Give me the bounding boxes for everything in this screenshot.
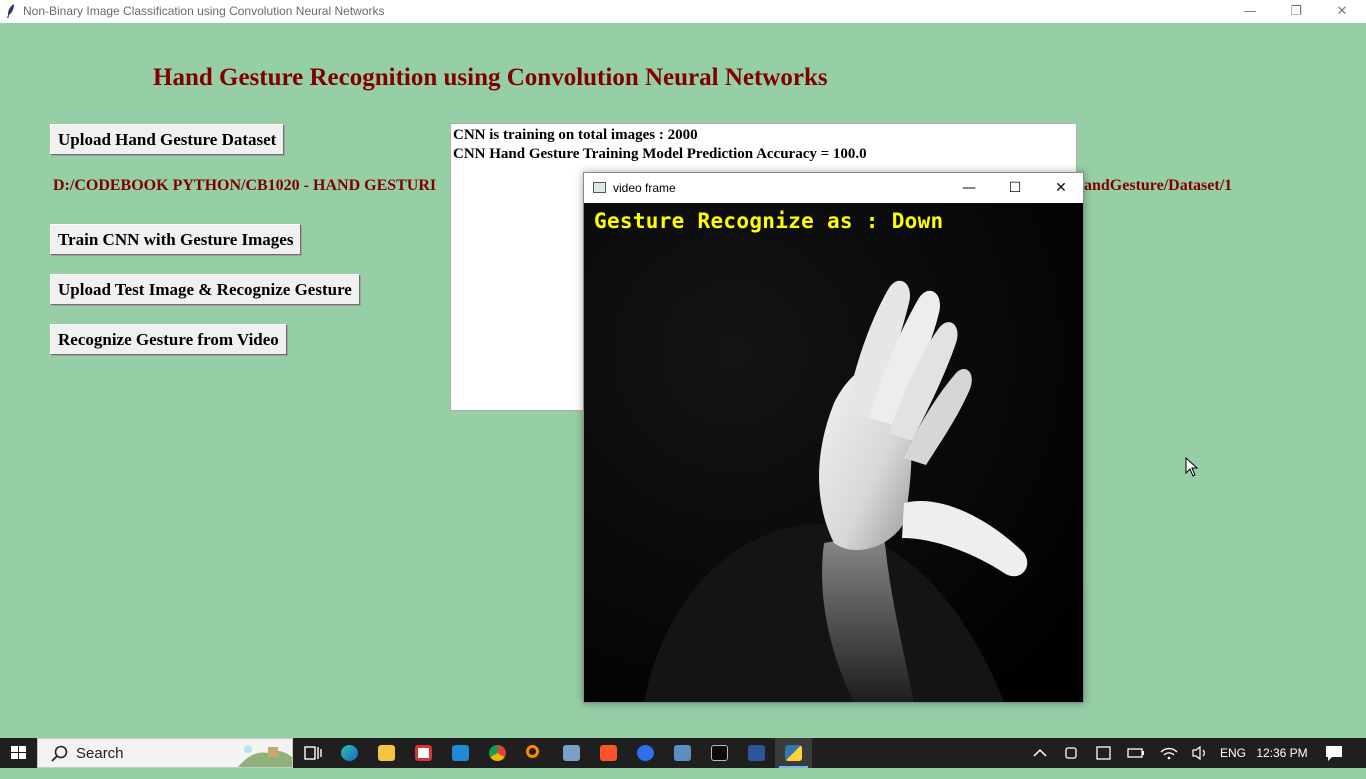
word-icon xyxy=(748,745,765,761)
restore-button[interactable]: ❐ xyxy=(1273,0,1319,23)
task-view-button[interactable] xyxy=(294,738,331,768)
upload-test-image-button[interactable]: Upload Test Image & Recognize Gesture xyxy=(50,274,360,305)
window-app-icon xyxy=(593,182,606,193)
python-icon xyxy=(785,745,802,761)
taskbar-edge[interactable] xyxy=(331,738,368,768)
search-icon xyxy=(51,745,68,762)
task-view-icon xyxy=(304,746,322,760)
monitor-icon xyxy=(674,745,691,761)
minimize-icon: — xyxy=(962,180,976,196)
maximize-icon: ☐ xyxy=(1008,180,1022,196)
video-frame: Gesture Recognize as : Down xyxy=(584,203,1083,702)
taskbar-app-red[interactable] xyxy=(405,738,442,768)
search-placeholder: Search xyxy=(76,745,124,762)
taskbar-chrome[interactable] xyxy=(479,738,516,768)
taskbar-word[interactable] xyxy=(738,738,775,768)
brave-icon xyxy=(600,745,617,761)
taskbar: Search ENG 12:36 PM xyxy=(0,738,1366,768)
tray-clock[interactable]: 12:36 PM xyxy=(1252,738,1312,768)
video-minimize-button[interactable]: — xyxy=(946,173,992,203)
close-button[interactable]: ✕ xyxy=(1319,0,1365,23)
dataset-path-label: D:/CODEBOOK PYTHON/CB1020 - HAND GESTURI xyxy=(53,177,437,194)
taskbar-search-app[interactable] xyxy=(516,738,553,768)
restore-icon: ❐ xyxy=(1290,4,1302,19)
wifi-icon xyxy=(1160,747,1178,760)
volume-icon xyxy=(1192,745,1205,761)
photos-icon xyxy=(563,745,580,761)
recognize-video-button[interactable]: Recognize Gesture from Video xyxy=(50,324,287,355)
mouse-pointer-icon xyxy=(1185,457,1199,477)
tray-meet[interactable] xyxy=(1060,738,1084,768)
magnifier-icon xyxy=(526,745,539,758)
taskbar-file-explorer[interactable] xyxy=(368,738,405,768)
taskbar-monitor[interactable] xyxy=(664,738,701,768)
output-line: CNN is training on total images : 2000 xyxy=(453,127,698,143)
video-frame-window[interactable]: video frame — ☐ ✕ Gesture Recognize as:… xyxy=(583,172,1084,703)
train-cnn-button[interactable]: Train CNN with Gesture Images xyxy=(50,224,302,255)
taskbar-terminal[interactable] xyxy=(701,738,738,768)
taskbar-vscode[interactable] xyxy=(442,738,479,768)
tray-volume[interactable] xyxy=(1188,738,1212,768)
page-title: Hand Gesture Recognition using Convoluti… xyxy=(153,64,828,91)
feather-icon xyxy=(7,4,14,18)
close-icon: ✕ xyxy=(1336,4,1348,19)
upload-dataset-button[interactable]: Upload Hand Gesture Dataset xyxy=(50,124,285,155)
terminal-icon xyxy=(711,745,728,761)
edge-icon xyxy=(341,745,358,761)
minimize-button[interactable]: — xyxy=(1227,0,1273,23)
window-title: Non-Binary Image Classification using Co… xyxy=(23,4,385,18)
taskbar-photos[interactable] xyxy=(553,738,590,768)
folder-icon xyxy=(378,745,395,761)
app-blue-icon xyxy=(637,745,654,761)
video-maximize-button[interactable]: ☐ xyxy=(992,173,1038,203)
tray-battery[interactable] xyxy=(1124,738,1148,768)
main-title-bar: Non-Binary Image Classification using Co… xyxy=(0,0,1366,23)
output-line: CNN Hand Gesture Training Model Predicti… xyxy=(453,146,867,162)
camera-icon xyxy=(1065,747,1077,759)
video-window-title: video frame xyxy=(613,181,676,195)
action-center-button[interactable] xyxy=(1320,738,1348,768)
tray-security[interactable] xyxy=(1092,738,1116,768)
hand-image xyxy=(584,203,1083,702)
search-highlight-image xyxy=(238,745,292,767)
taskbar-app-blue[interactable] xyxy=(627,738,664,768)
tray-language[interactable]: ENG xyxy=(1218,738,1248,768)
windows-icon xyxy=(11,746,26,759)
tray-wifi[interactable] xyxy=(1157,738,1181,768)
taskbar-search-box[interactable]: Search xyxy=(37,738,293,768)
chevron-up-icon xyxy=(1033,748,1047,757)
video-window-title-bar[interactable]: video frame — ☐ ✕ xyxy=(584,173,1083,203)
close-icon: ✕ xyxy=(1055,180,1067,196)
gesture-overlay-text: Gesture Recognize as : Down xyxy=(594,209,944,233)
start-button[interactable] xyxy=(0,738,37,768)
vscode-icon xyxy=(452,745,469,761)
battery-icon xyxy=(1127,748,1144,758)
app-red-icon xyxy=(415,745,432,761)
taskbar-python[interactable] xyxy=(775,738,812,768)
chrome-icon xyxy=(489,745,506,761)
notification-icon xyxy=(1326,746,1342,761)
tray-overflow-button[interactable] xyxy=(1030,738,1050,768)
security-icon xyxy=(1096,746,1111,760)
minimize-icon: — xyxy=(1243,4,1257,19)
dataset-path-label-tail: andGesture/Dataset/1 xyxy=(1084,177,1233,194)
video-close-button[interactable]: ✕ xyxy=(1038,173,1084,203)
taskbar-brave[interactable] xyxy=(590,738,627,768)
